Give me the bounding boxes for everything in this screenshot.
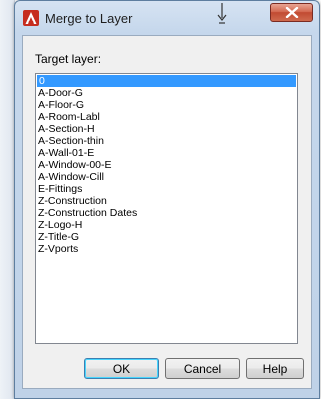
close-button[interactable] (270, 3, 313, 22)
title-bar[interactable]: Merge to Layer (15, 1, 319, 35)
ok-button[interactable]: OK (84, 358, 159, 379)
layer-list-item[interactable]: A-Window-00-E (36, 159, 297, 171)
help-button[interactable]: Help (246, 358, 304, 379)
layer-list-item[interactable]: E-Fittings (36, 183, 297, 195)
layer-list-item[interactable]: Z-Construction (36, 195, 297, 207)
close-icon (285, 7, 299, 18)
layer-list-item[interactable]: Z-Logo-H (36, 219, 297, 231)
layer-list-item[interactable]: A-Section-H (36, 123, 297, 135)
dialog-body: Target layer: 0 A-Door-G A-Floor-G A-Room-L… (22, 35, 312, 389)
target-layer-list[interactable]: 0 A-Door-G A-Floor-G A-Room-Labl A-Section-H… (35, 73, 298, 344)
layer-list-item[interactable]: A-Window-Cill (36, 171, 297, 183)
layer-list-item[interactable]: A-Floor-G (36, 99, 297, 111)
layer-list-item[interactable]: A-Wall-01-E (36, 147, 297, 159)
merge-to-layer-dialog: Merge to Layer Target layer: 0 A-Door-G A-… (14, 0, 320, 399)
desktop-background: Merge to Layer Target layer: 0 A-Door-G A-… (0, 0, 321, 399)
layer-list-item[interactable]: Z-Title-G (36, 231, 297, 243)
cancel-button[interactable]: Cancel (165, 358, 240, 379)
layer-list-item[interactable]: Z-Construction Dates (36, 207, 297, 219)
background-window-edge (0, 0, 15, 399)
target-layer-label: Target layer: (35, 52, 102, 66)
window-title: Merge to Layer (45, 11, 133, 26)
autocad-icon (23, 10, 39, 26)
layer-list-item[interactable]: A-Room-Labl (36, 111, 297, 123)
layer-list-item[interactable]: 0 (37, 75, 296, 87)
layer-list-item[interactable]: A-Section-thin (36, 135, 297, 147)
mouse-cursor-icon (216, 3, 228, 25)
layer-list-item[interactable]: A-Door-G (36, 87, 297, 99)
layer-list-item[interactable]: Z-Vports (36, 243, 297, 255)
